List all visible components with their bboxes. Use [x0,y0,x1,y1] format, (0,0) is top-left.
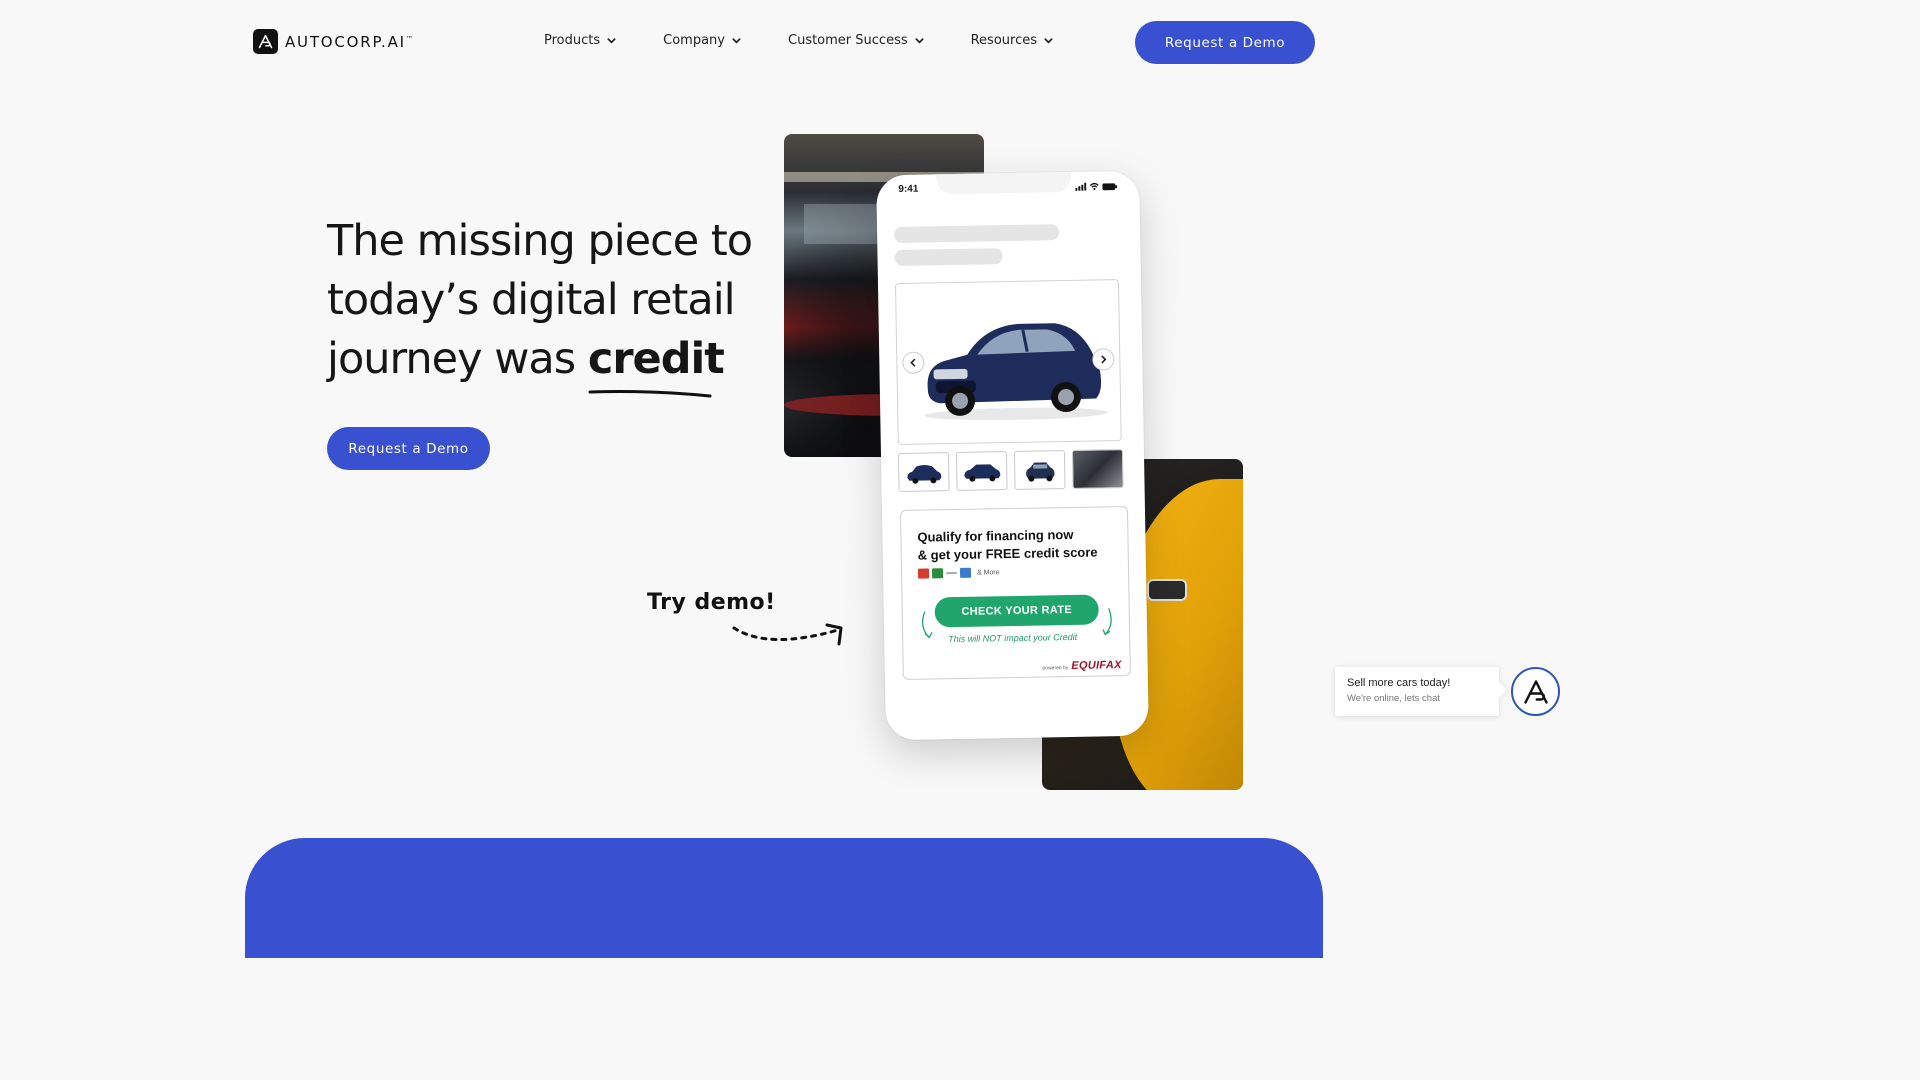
dashed-arrow-icon [732,623,843,646]
car-thumb-icon [906,464,941,484]
skeleton-line [894,248,1003,267]
battery-icon [1102,183,1117,191]
wifi-icon [1089,182,1099,191]
hero-title-line1: The missing piece to [327,216,753,266]
nav-products[interactable]: Products [544,33,617,48]
lender-logo-icon [946,571,958,575]
chevron-right-icon [1101,355,1107,364]
financing-card: Qualify for financing now & get your FRE… [899,505,1131,680]
vehicle-thumbnails [897,449,1124,492]
header-request-demo-button[interactable]: Request a Demo [1135,21,1315,64]
hero-title-highlight: credit [588,330,725,398]
vehicle-main-image [894,279,1122,446]
skeleton-line [893,224,1060,244]
chevron-down-icon [607,38,616,44]
underline-swoosh-icon [588,390,712,398]
phone-notch [936,171,1072,195]
next-section-band [245,838,1323,958]
autocorp-logo-icon [1523,679,1548,704]
thumbnail-front[interactable] [897,452,950,492]
car-thumb-icon [1025,461,1054,482]
nav-company[interactable]: Company [663,33,742,48]
hero-title-line3: journey was [327,334,576,384]
phone-mockup: 9:41 Qualify for financing now & get you… [876,170,1149,741]
chat-title: Sell more cars today! [1347,677,1451,689]
main-nav: Products Company Customer Success Resour… [544,33,1100,48]
logo-mark-icon [253,29,278,54]
thumbnail-rear[interactable] [1013,450,1066,490]
nav-resources-label: Resources [970,33,1037,48]
nav-products-label: Products [544,33,601,48]
chevron-down-icon [732,38,741,44]
carousel-next-button[interactable] [1092,348,1115,371]
signal-icon [1075,182,1087,191]
suv-car-icon [924,323,1109,421]
lenders-more-label: & More [976,568,1000,577]
thumbnail-engine[interactable] [1071,449,1124,489]
lender-logos: & More [917,567,1000,579]
chevron-left-icon [910,358,916,367]
chat-bubble[interactable]: Sell more cars today! We're online, lets… [1335,667,1499,716]
nav-resources[interactable]: Resources [971,33,1054,48]
chat-subtitle: We're online, lets chat [1347,693,1440,704]
chevron-down-icon [1044,38,1053,44]
lender-logo-icon [959,567,972,578]
try-demo-label: Try demo! [647,590,776,615]
nav-customer-success-label: Customer Success [788,33,908,48]
chevron-down-icon [915,38,924,44]
powered-by-equifax: powered by EQUIFAX [1042,659,1122,673]
check-your-rate-button[interactable]: CHECK YOUR RATE [934,594,1099,628]
chat-launcher-button[interactable] [1511,667,1560,716]
car-thumb-icon [963,463,1000,482]
nav-company-label: Company [663,33,725,48]
nav-customer-success[interactable]: Customer Success [788,33,925,48]
lender-logo-icon [931,568,944,579]
status-icons [1075,182,1117,191]
brand-logo[interactable]: AUTOCORP.AI™ [253,29,413,54]
brand-name: AUTOCORP.AI™ [285,32,413,51]
thumbnail-side[interactable] [955,451,1008,491]
lender-logo-icon [917,568,930,579]
hero-title: The missing piece to today’s digital ret… [327,212,767,398]
hero-request-demo-button[interactable]: Request a Demo [327,427,490,470]
hero-title-line2: today’s digital retail [327,275,736,325]
financing-title: Qualify for financing now & get your FRE… [917,526,1098,563]
status-time: 9:41 [898,183,919,195]
